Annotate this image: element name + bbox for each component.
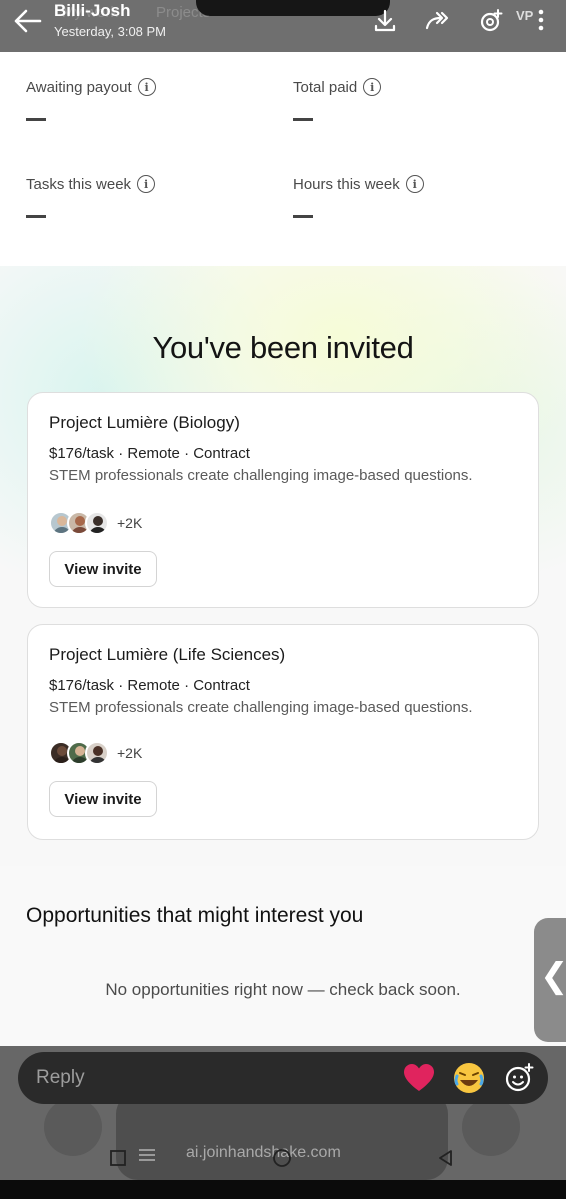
participant-count: +2K	[117, 745, 143, 761]
sender-name: Billi-Josh	[54, 1, 131, 20]
opportunities-section: Opportunities that might interest you No…	[0, 866, 566, 1046]
stat-awaiting-payout: Awaiting payout i	[26, 78, 156, 121]
chevron-left-icon: ❮	[540, 956, 566, 996]
project-meta: $176/task · Remote · Contract	[49, 445, 250, 462]
screen-bottom-edge	[0, 1180, 566, 1199]
message-timestamp: Yesterday, 3:08 PM	[54, 24, 167, 39]
recent-apps-icon[interactable]	[108, 1148, 128, 1168]
back-arrow-icon[interactable]	[12, 8, 42, 34]
home-icon[interactable]	[272, 1148, 292, 1168]
stat-value-empty	[293, 118, 313, 121]
view-invite-button[interactable]: View invite	[49, 781, 157, 817]
earnings-stats-panel: Awaiting payout i Total paid i Tasks this …	[0, 52, 566, 266]
invitations-section: You've been invited Project Lumière (Bio…	[0, 266, 566, 866]
reply-bar[interactable]: Reply	[18, 1052, 548, 1104]
avatar	[85, 511, 109, 535]
laughing-emoji-icon[interactable]	[452, 1061, 486, 1095]
stat-value-empty	[26, 118, 46, 121]
stat-hours-this-week: Hours this week i	[293, 175, 424, 218]
participant-count: +2K	[117, 515, 143, 531]
heart-emoji-icon[interactable]	[402, 1062, 436, 1094]
back-triangle-icon[interactable]	[436, 1148, 456, 1168]
project-description: STEM professionals create challenging im…	[49, 699, 473, 716]
invite-card[interactable]: Project Lumière (Life Sciences) $176/tas…	[27, 624, 539, 840]
stat-tasks-this-week: Tasks this week i	[26, 175, 156, 218]
info-icon[interactable]: i	[137, 175, 156, 193]
stat-total-paid: Total paid i	[293, 78, 382, 121]
participant-avatars: +2K	[49, 741, 142, 765]
participant-avatars: +2K	[49, 511, 142, 535]
info-icon[interactable]: i	[405, 175, 424, 193]
download-icon[interactable]	[372, 8, 398, 34]
project-title: Project Lumière (Life Sciences)	[49, 645, 286, 664]
info-icon[interactable]: i	[137, 78, 156, 96]
project-meta: $176/task · Remote · Contract	[49, 677, 250, 694]
stat-label: Tasks this week	[26, 175, 132, 193]
vp-label: VP	[516, 8, 534, 23]
side-panel-handle[interactable]: ❮	[534, 918, 566, 1042]
info-icon[interactable]: i	[363, 78, 382, 96]
stat-label: Awaiting payout	[26, 78, 132, 96]
stat-value-empty	[293, 215, 313, 218]
empty-state-message: No opportunities right now — check back …	[105, 980, 461, 999]
forward-icon[interactable]	[424, 8, 450, 34]
reply-input[interactable]: Reply	[36, 1067, 85, 1089]
stat-label: Hours this week	[293, 175, 400, 193]
opportunities-heading: Opportunities that might interest you	[26, 904, 364, 927]
more-vertical-icon[interactable]	[536, 8, 546, 32]
invite-card[interactable]: Project Lumière (Biology) $176/task · Re…	[27, 392, 539, 608]
project-description: STEM professionals create challenging im…	[49, 467, 473, 484]
camera-notch	[196, 0, 390, 16]
stat-label: Total paid	[293, 78, 358, 96]
stat-value-empty	[26, 215, 46, 218]
project-title: Project Lumière (Biology)	[49, 413, 240, 432]
message-viewer-header: My work Projects Billi-Josh Yesterday, 3…	[0, 0, 566, 52]
add-reaction-icon[interactable]	[478, 8, 504, 34]
avatar	[85, 741, 109, 765]
system-navigation-bar	[0, 1138, 566, 1180]
invited-heading: You've been invited	[152, 330, 414, 365]
add-emoji-icon[interactable]	[504, 1063, 534, 1093]
view-invite-button[interactable]: View invite	[49, 551, 157, 587]
